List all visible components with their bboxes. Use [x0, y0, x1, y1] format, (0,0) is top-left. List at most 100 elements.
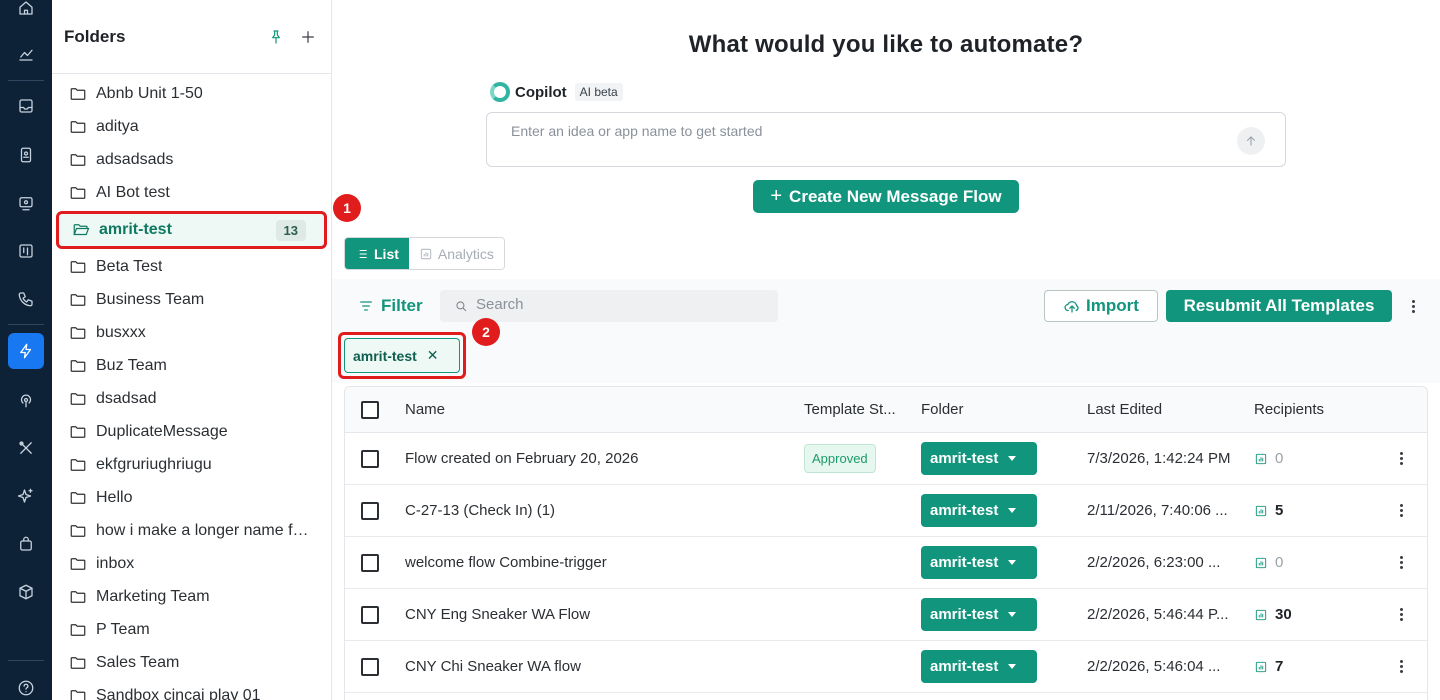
recipients-cell[interactable]: 7 — [1254, 641, 1283, 692]
search-input[interactable] — [476, 296, 766, 313]
signal-icon[interactable] — [8, 382, 44, 418]
send-prompt-button[interactable] — [1237, 127, 1265, 155]
folder-item[interactable]: Sales Team — [52, 646, 331, 679]
resubmit-all-templates-button[interactable]: Resubmit All Templates — [1166, 290, 1392, 322]
folder-item[interactable]: AI Bot test — [52, 176, 331, 209]
folder-dropdown[interactable]: amrit-test — [921, 546, 1037, 579]
col-last-edited[interactable]: Last Edited — [1087, 387, 1237, 432]
row-checkbox[interactable] — [361, 605, 379, 624]
table-row[interactable]: CNY Eng Sneaker WA Flow amrit-test 2/2/202… — [345, 589, 1427, 641]
folder-item[interactable]: inbox — [52, 547, 331, 580]
folder-icon — [70, 153, 86, 166]
store-icon[interactable] — [8, 526, 44, 562]
row-select-cell — [361, 433, 379, 484]
folder-icon — [70, 656, 86, 669]
folder-icon — [70, 120, 86, 133]
folder-item[interactable]: DuplicateMessage — [52, 415, 331, 448]
folder-item[interactable]: dsadsad — [52, 382, 331, 415]
folder-item[interactable]: busxxx — [52, 316, 331, 349]
folder-item[interactable]: Hello — [52, 481, 331, 514]
row-checkbox[interactable] — [361, 501, 379, 520]
row-checkbox[interactable] — [361, 553, 379, 572]
table-row[interactable]: CNY Chi Sneaker WA flow amrit-test 2/2/202… — [345, 641, 1427, 693]
copilot-prompt-input[interactable] — [511, 123, 1211, 139]
folder-item[interactable]: aditya — [52, 110, 331, 143]
flow-name-text: C-27-13 (Check In) (1) — [405, 501, 556, 519]
pin-button[interactable] — [265, 26, 287, 48]
more-options-icon[interactable] — [1399, 608, 1403, 621]
row-checkbox[interactable] — [361, 449, 379, 468]
last-edited-text: 2/2/2026, 5:46:44 P... — [1087, 605, 1229, 623]
add-folder-button[interactable] — [297, 26, 319, 48]
view-analytics-tab[interactable]: Analytics — [408, 238, 504, 269]
analytics-icon[interactable] — [8, 36, 44, 72]
col-recipients[interactable]: Recipients — [1254, 387, 1324, 432]
package-icon[interactable] — [8, 574, 44, 610]
col-name[interactable]: Name — [405, 387, 785, 432]
table-row[interactable]: welcome flow Combine-trigger amrit-test 2/… — [345, 537, 1427, 589]
phone-icon[interactable] — [8, 281, 44, 317]
folder-dropdown[interactable]: amrit-test — [921, 650, 1037, 683]
folder-item[interactable]: Sandbox cincai play 01 — [52, 679, 331, 700]
folder-dropdown-label: amrit-test — [930, 606, 999, 623]
flow-name-text: Flow created on February 20, 2026 — [405, 449, 639, 467]
folder-item[interactable]: Business Team — [52, 283, 331, 316]
broadcast-icon[interactable] — [8, 185, 44, 221]
folder-icon — [70, 689, 86, 700]
folder-item[interactable]: adsadsads — [52, 143, 331, 176]
create-message-flow-button[interactable]: + Create New Message Flow — [753, 180, 1019, 213]
folder-item[interactable]: P Team — [52, 613, 331, 646]
left-nav-rail — [0, 0, 52, 700]
more-options-icon[interactable] — [1399, 556, 1403, 569]
folder-item[interactable]: Abnb Unit 1-50 — [52, 77, 331, 110]
filter-button[interactable]: Filter — [358, 296, 423, 316]
table-row[interactable]: Flow created on February 20, 2026 Approve… — [345, 433, 1427, 485]
automation-icon[interactable] — [8, 333, 44, 369]
folder-icon — [70, 326, 86, 339]
folder-icon — [70, 359, 86, 372]
import-button[interactable]: Import — [1044, 290, 1158, 322]
folder-item[interactable]: Beta Test — [52, 250, 331, 283]
caret-down-icon — [1008, 560, 1017, 565]
folder-dropdown[interactable]: amrit-test — [921, 494, 1037, 527]
ai-sparkle-icon[interactable] — [8, 478, 44, 514]
more-options-icon[interactable] — [1399, 660, 1403, 673]
folder-item[interactable]: how i make a longer name for this folder — [52, 514, 331, 547]
flow-name[interactable]: Flow created on February 20, 2026 — [405, 433, 785, 484]
more-options-icon[interactable] — [1399, 452, 1403, 465]
recipients-cell[interactable]: 5 — [1254, 485, 1283, 536]
flow-name-text: welcome flow Combine-trigger — [405, 553, 607, 571]
inbox-icon[interactable] — [8, 88, 44, 124]
folder-item-label: Beta Test — [96, 257, 163, 275]
help-icon[interactable] — [8, 670, 44, 700]
folder-dropdown[interactable]: amrit-test — [921, 442, 1037, 475]
more-options-icon[interactable] — [1403, 296, 1423, 316]
folder-dropdown[interactable]: amrit-test — [921, 598, 1037, 631]
folder-item[interactable]: Buz Team — [52, 349, 331, 382]
board-icon[interactable] — [8, 233, 44, 269]
contacts-icon[interactable] — [8, 137, 44, 173]
flow-name[interactable]: CNY Eng Sneaker WA Flow — [405, 589, 785, 640]
more-options-icon[interactable] — [1399, 504, 1403, 517]
flow-name[interactable]: C-27-13 (Check In) (1) — [405, 485, 785, 536]
folder-item[interactable]: Marketing Team — [52, 580, 331, 613]
table-row[interactable]: C-27-13 (Check In) (1) amrit-test 2/11/202… — [345, 485, 1427, 537]
recipients-cell[interactable]: 0 — [1254, 537, 1283, 588]
remove-filter-icon[interactable]: ✕ — [427, 347, 439, 364]
folder-item[interactable]: ekfgruriughriugu — [52, 448, 331, 481]
flow-name[interactable]: welcome flow Combine-trigger — [405, 537, 785, 588]
row-checkbox[interactable] — [361, 657, 379, 676]
flow-name[interactable]: CNY Chi Sneaker WA flow — [405, 641, 785, 692]
folder-item-label: ekfgruriughriugu — [96, 455, 212, 473]
recipients-count: 0 — [1275, 450, 1284, 467]
last-edited-cell: 2/2/2026, 6:23:00 ... — [1087, 537, 1237, 588]
select-all-checkbox[interactable] — [361, 400, 379, 419]
view-list-tab[interactable]: List — [345, 238, 409, 269]
col-folder[interactable]: Folder — [921, 387, 964, 432]
recipients-cell[interactable]: 30 — [1254, 589, 1292, 640]
col-template-status[interactable]: Template St... — [804, 387, 909, 432]
tools-icon[interactable] — [8, 430, 44, 466]
home-icon[interactable] — [8, 0, 44, 26]
recipients-cell[interactable]: 0 — [1254, 433, 1283, 484]
folder-item[interactable]: amrit-test 13 — [56, 211, 327, 249]
